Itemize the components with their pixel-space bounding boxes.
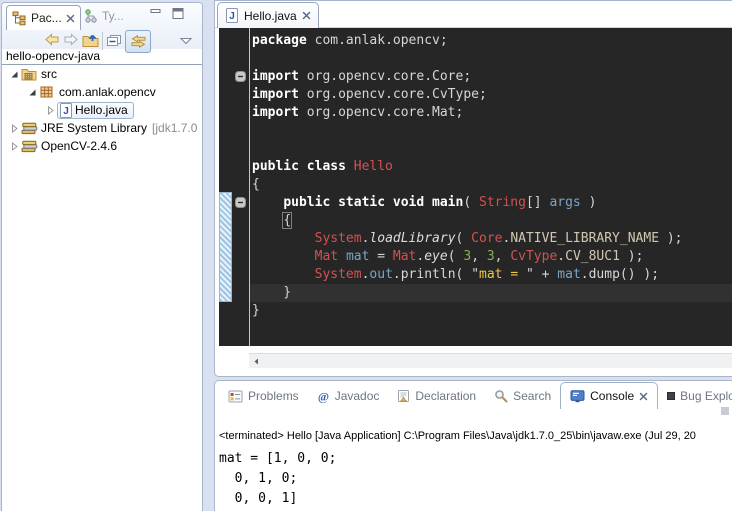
svg-text:J: J [229,11,235,22]
code-line: { [250,176,732,194]
editor-panel: J Hello.java package com.anlak.opencv; im… [214,0,732,377]
code-line: public static void main( String[] args ) [250,194,732,212]
code-line: } [250,302,732,320]
code-line: public class Hello [250,158,732,176]
code-line [250,50,732,68]
tab-label: Bug Explorer [680,389,732,403]
type-hierarchy-icon [84,9,98,23]
close-icon[interactable] [66,14,75,23]
console-panel: Problems @ Javadoc Declaration Search Co… [214,380,732,511]
tree-item-label: Hello.java [73,103,130,117]
minimize-icon[interactable] [150,8,162,19]
eclipse-window: Pac... Ty... hello-opencv-java [0,0,732,511]
tab-search[interactable]: Search [485,383,560,409]
tab-console[interactable]: Console [560,382,658,409]
tree-item-opencv-2-4-6[interactable]: OpenCV-2.4.6 [2,137,202,155]
code-area[interactable]: package com.anlak.opencv; import org.open… [250,32,732,346]
code-line: System.out.println( "mat = " + mat.dump(… [250,266,732,284]
java-file-icon: J [225,8,239,23]
tree-selection: J Hello.java [57,102,134,119]
tab-label: Javadoc [335,389,380,403]
tree-collapsed-arrow[interactable] [8,124,21,133]
svg-text:J: J [63,106,69,117]
back-icon[interactable] [44,33,60,46]
console-output-line: 0, 0, 1] [219,489,732,509]
view-tab-label: Ty... [102,9,124,23]
view-tab-label: Pac... [31,11,62,25]
search-icon [494,389,508,403]
console-toolbar-partial-icon[interactable] [721,407,729,415]
code-line: { [250,212,732,230]
console-icon [570,390,585,403]
console-status-line: <terminated> Hello [Java Application] C:… [219,428,732,444]
tab-label: Search [513,389,551,403]
editor-tab-bar: J Hello.java [215,1,732,28]
bottom-tab-bar: Problems @ Javadoc Declaration Search Co… [215,381,732,409]
tab-label: Problems [248,389,299,403]
tab-declaration[interactable]: Declaration [388,383,485,409]
tab-bug-explorer[interactable]: Bug Explorer [658,383,732,409]
tree-item-com-anlak-opencv[interactable]: com.anlak.opencv [2,83,202,101]
tree-item-label: JRE System Library [39,121,149,135]
tree-expanded-arrow[interactable] [26,88,39,97]
tab-label: Console [590,389,634,403]
code-line: } [250,284,732,302]
editor-tab-hello-java[interactable]: J Hello.java [217,2,319,28]
fold-collapse-icon[interactable] [235,197,246,208]
fold-collapse-icon[interactable] [235,71,246,82]
tree-item-jre-system-library[interactable]: JRE System Library [jdk1.7.0 [2,119,202,137]
forward-icon[interactable] [63,33,79,46]
tree-rows: src com.anlak.opencv J Hello.java JRE Sys… [2,65,202,155]
console-output[interactable]: mat = [1, 0, 0; 0, 1, 0; 0, 0, 1] [219,449,732,511]
package-explorer-icon [12,11,27,26]
javadoc-icon: @ [317,390,330,403]
code-line: package com.anlak.opencv; [250,32,732,50]
tree-collapsed-arrow[interactable] [44,106,57,115]
package-explorer-tree: hello-opencv-java src com.anlak.opencv J… [2,48,202,511]
tree-item-src[interactable]: src [2,65,202,83]
link-with-editor-icon [130,35,147,48]
tree-collapsed-arrow[interactable] [8,142,21,151]
bug-icon [667,392,675,400]
scroll-left-icon[interactable] [249,354,264,369]
code-line [250,122,732,140]
maximize-icon[interactable] [172,8,184,19]
tree-expanded-arrow[interactable] [8,70,21,79]
tab-javadoc[interactable]: @ Javadoc [308,383,389,409]
tree-item-label: OpenCV-2.4.6 [39,139,119,153]
close-icon[interactable] [639,392,648,401]
code-line: Mat mat = Mat.eye( 3, 3, CvType.CV_8UC1 … [250,248,732,266]
range-indicator [219,192,232,302]
code-editor[interactable]: package com.anlak.opencv; import org.open… [219,28,732,346]
close-icon[interactable] [302,11,311,20]
up-icon[interactable] [82,32,99,47]
tab-label: Declaration [415,389,476,403]
project-root-label[interactable]: hello-opencv-java [2,48,202,64]
editor-horizontal-scrollbar[interactable] [249,353,732,368]
code-line: import org.opencv.core.Core; [250,68,732,86]
editor-tab-label: Hello.java [244,9,297,23]
console-output-line: mat = [1, 0, 0; [219,449,732,469]
tab-problems[interactable]: Problems [219,383,308,409]
declaration-icon [397,389,410,403]
code-line: System.loadLibrary( Core.NATIVE_LIBRARY_… [250,230,732,248]
view-tab-type-hierarchy[interactable]: Ty... [84,9,124,23]
collapse-all-icon[interactable] [106,34,122,48]
tree-item-suffix: [jdk1.7.0 [152,121,197,135]
package-explorer-panel: Pac... Ty... hello-opencv-java [1,2,203,511]
view-menu-icon[interactable] [180,37,192,45]
code-line: import org.opencv.core.CvType; [250,86,732,104]
svg-text:@: @ [318,390,329,403]
tree-item-label: com.anlak.opencv [57,85,158,99]
tree-item-hello-java[interactable]: J Hello.java [2,101,202,119]
package-explorer-header: Pac... Ty... [2,3,202,49]
tree-item-label: src [39,67,59,81]
code-line: import org.opencv.core.Mat; [250,104,732,122]
console-output-line: 0, 1, 0; [219,469,732,489]
view-tab-package-explorer[interactable]: Pac... [6,5,81,30]
java-file-icon: J [59,103,73,118]
code-line [250,140,732,158]
problems-icon [228,390,243,403]
